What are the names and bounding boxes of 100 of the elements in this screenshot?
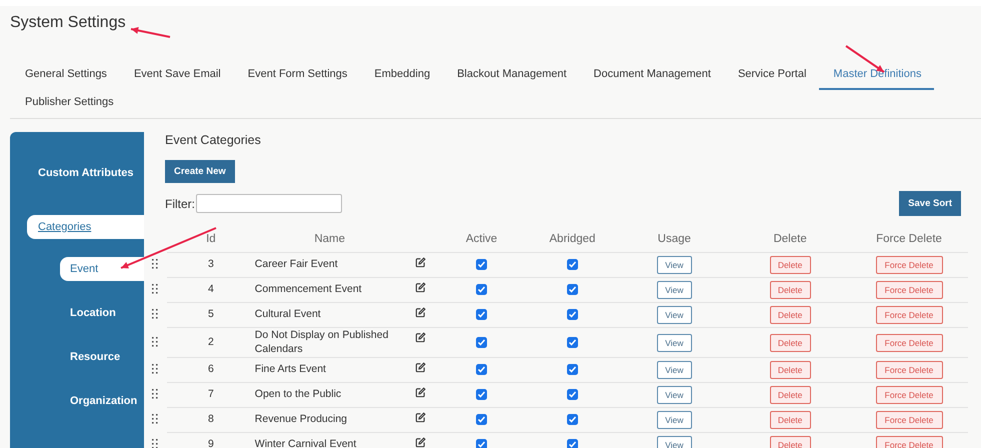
delete-button[interactable]: Delete	[770, 256, 811, 274]
view-button[interactable]: View	[656, 281, 692, 299]
column-header: Abridged	[549, 233, 596, 245]
force-delete-button[interactable]: Force Delete	[876, 256, 943, 274]
active-checkbox[interactable]	[476, 364, 488, 376]
edit-icon[interactable]	[415, 307, 426, 318]
edit-icon[interactable]	[415, 437, 426, 448]
drag-handle-icon[interactable]	[152, 414, 158, 424]
edit-icon[interactable]	[415, 412, 426, 424]
page-title: System Settings	[10, 14, 126, 31]
active-checkbox[interactable]	[476, 258, 488, 270]
section-title: Event Categories	[165, 133, 262, 147]
settings-tab[interactable]: Embedding	[360, 62, 444, 90]
id-text: 5	[208, 308, 214, 320]
sidebar-item[interactable]: Location	[60, 301, 144, 325]
force-delete-button[interactable]: Force Delete	[876, 334, 943, 352]
edit-icon[interactable]	[415, 332, 426, 343]
active-checkbox[interactable]	[476, 389, 488, 400]
sidebar-item[interactable]: Custom Attributes	[27, 133, 144, 213]
abridged-checkbox[interactable]	[566, 389, 578, 400]
view-button[interactable]: View	[656, 334, 692, 352]
settings-tab[interactable]: Document Management	[580, 62, 724, 90]
abridged-checkbox[interactable]	[566, 364, 578, 376]
category-name: Commencement Event	[254, 283, 362, 296]
settings-tab[interactable]: General Settings	[11, 62, 120, 90]
drag-handle-icon[interactable]	[152, 259, 158, 269]
settings-tab[interactable]: Event Form Settings	[234, 62, 360, 90]
abridged-checkbox[interactable]	[566, 414, 578, 426]
force-delete-button[interactable]: Force Delete	[876, 361, 943, 380]
active-checkbox[interactable]	[476, 336, 488, 348]
delete-button[interactable]: Delete	[770, 436, 811, 448]
drag-handle-icon[interactable]	[152, 389, 158, 400]
force-delete-button[interactable]: Force Delete	[876, 281, 943, 299]
abridged-checkbox[interactable]	[566, 258, 578, 270]
save-sort-button[interactable]: Save Sort	[899, 191, 961, 216]
settings-tab[interactable]: Publisher Settings	[11, 90, 127, 118]
active-checkbox[interactable]	[476, 414, 488, 426]
drag-handle-icon[interactable]	[152, 309, 158, 319]
view-button[interactable]: View	[656, 306, 692, 324]
id-text: 4	[208, 283, 214, 296]
column-header: Delete	[773, 233, 807, 245]
id-text: 8	[208, 413, 214, 426]
abridged-checkbox[interactable]	[566, 308, 578, 320]
delete-button[interactable]: Delete	[770, 386, 811, 404]
abridged-checkbox[interactable]	[566, 336, 578, 348]
category-name: Open to the Public	[254, 388, 342, 400]
abridged-checkbox[interactable]	[566, 284, 578, 295]
edit-icon[interactable]	[415, 282, 426, 293]
drag-handle-icon[interactable]	[152, 336, 158, 347]
settings-tab[interactable]: Blackout Management	[443, 62, 580, 90]
column-header: Active	[466, 233, 498, 245]
annotation-arrow	[130, 27, 170, 38]
sidebar-item[interactable]: Organization	[60, 389, 144, 413]
filter-field[interactable]	[196, 194, 342, 213]
view-button[interactable]: View	[656, 411, 692, 430]
force-delete-button[interactable]: Force Delete	[876, 306, 943, 324]
category-name: Cultural Event	[254, 308, 321, 320]
view-button[interactable]: View	[656, 436, 692, 448]
category-name: Do Not Display on Published Calendars	[254, 329, 388, 355]
view-button[interactable]: View	[656, 361, 692, 380]
id-text: 9	[208, 438, 214, 448]
drag-handle-icon[interactable]	[152, 439, 158, 448]
abridged-checkbox[interactable]	[566, 439, 578, 448]
force-delete-button[interactable]: Force Delete	[876, 411, 943, 430]
filter-label: Filter:	[165, 196, 195, 210]
active-checkbox[interactable]	[476, 439, 488, 448]
column-header: Id	[206, 233, 216, 245]
id-text: 7	[208, 388, 214, 400]
id-text: 3	[208, 258, 214, 270]
edit-icon[interactable]	[415, 387, 426, 398]
id-text: 2	[208, 336, 214, 348]
sidebar-item[interactable]: Resource	[60, 345, 144, 369]
column-header: Force Delete	[876, 233, 942, 245]
delete-button[interactable]: Delete	[770, 306, 811, 324]
drag-handle-icon[interactable]	[152, 284, 158, 294]
category-name: Revenue Producing	[254, 413, 348, 426]
active-checkbox[interactable]	[476, 284, 488, 295]
category-name: Career Fair Event	[254, 258, 338, 270]
delete-button[interactable]: Delete	[770, 361, 811, 380]
category-name: Winter Carnival Event	[254, 438, 356, 448]
active-checkbox[interactable]	[476, 308, 488, 320]
settings-tab[interactable]: Master Definitions	[819, 62, 934, 90]
id-text: 6	[208, 363, 214, 376]
settings-tab[interactable]: Event Save Email	[120, 62, 234, 90]
delete-button[interactable]: Delete	[770, 411, 811, 430]
delete-button[interactable]: Delete	[770, 281, 811, 299]
edit-icon[interactable]	[415, 362, 426, 374]
column-header: Name	[314, 233, 346, 245]
sidebar-item[interactable]: Event	[60, 257, 144, 281]
settings-tab[interactable]: Service Portal	[724, 62, 820, 90]
force-delete-button[interactable]: Force Delete	[876, 436, 943, 448]
create-new-button[interactable]: Create New	[165, 160, 235, 183]
view-button[interactable]: View	[656, 386, 692, 404]
edit-icon[interactable]	[415, 257, 426, 268]
force-delete-button[interactable]: Force Delete	[876, 386, 943, 404]
drag-handle-icon[interactable]	[152, 364, 158, 374]
sidebar-item[interactable]: Categories	[27, 215, 144, 239]
delete-button[interactable]: Delete	[770, 334, 811, 352]
view-button[interactable]: View	[656, 256, 692, 274]
category-name: Fine Arts Event	[254, 363, 326, 376]
